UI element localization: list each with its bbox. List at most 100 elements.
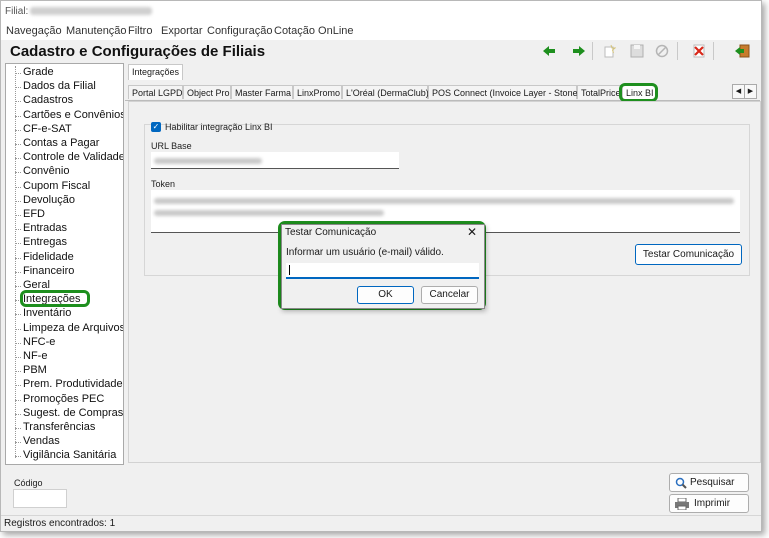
sidebar-item[interactable]: Cupom Fiscal (6, 180, 123, 194)
redacted-url (154, 158, 262, 164)
sidebar-item[interactable]: Sugest. de Compras (6, 407, 123, 421)
status-bar: Registros encontrados: 1 (1, 515, 761, 531)
tree-connector (15, 115, 21, 117)
sidebar-item[interactable]: Inventário (6, 307, 123, 321)
menu-cotacao-online[interactable]: Cotação OnLine (274, 25, 354, 37)
sidebar-item-label: NFC-e (23, 335, 56, 348)
menu-navegacao[interactable]: Navegação (6, 25, 62, 37)
sidebar-item[interactable]: Cadastros (6, 94, 123, 108)
enable-linx-bi-checkbox[interactable]: ✓ (151, 122, 161, 132)
tab-linxpromo[interactable]: LinxPromo (293, 85, 342, 99)
tree-connector (15, 271, 21, 273)
sidebar-item-label: Inventário (23, 307, 72, 320)
menu-exportar[interactable]: Exportar (161, 25, 203, 37)
email-input[interactable] (286, 263, 479, 279)
tab-object-pro[interactable]: Object Pro (183, 85, 231, 99)
sidebar-item-label: Controle de Validade (23, 151, 124, 164)
highlight-ring-selected (20, 290, 90, 308)
sidebar-item-label: Vendas (23, 435, 60, 448)
tree-connector (15, 413, 21, 415)
exit-icon (735, 44, 750, 58)
cancel-button[interactable] (652, 41, 672, 61)
page-title: Cadastro e Configurações de Filiais (10, 43, 266, 60)
sidebar-item-label: Devolução (23, 193, 75, 206)
sidebar-item[interactable]: Contas a Pagar (6, 137, 123, 151)
sidebar-item-label: PBM (23, 364, 47, 377)
sidebar-item[interactable]: Vendas (6, 435, 123, 449)
text-cursor (289, 265, 290, 275)
tree-connector (15, 371, 21, 373)
tree-connector (15, 229, 21, 231)
tab-scroll-right[interactable]: ▶ (744, 84, 757, 99)
exit-button[interactable] (732, 41, 752, 61)
sidebar-item[interactable]: PBM (6, 364, 123, 378)
delete-button[interactable] (689, 41, 709, 61)
sidebar-item[interactable]: CF-e-SAT (6, 123, 123, 137)
cancel-icon (655, 44, 669, 58)
redacted-branch-name (30, 7, 153, 16)
tab-loreal-dermaclub[interactable]: L'Oréal (DermaClub) (342, 85, 429, 99)
sidebar-item[interactable]: Devolução (6, 194, 123, 208)
sidebar-item[interactable]: Cartões e Convênios (6, 109, 123, 123)
tree-connector (15, 73, 21, 74)
sidebar-item[interactable]: Promoções PEC (6, 393, 123, 407)
sidebar-item-label: CF-e-SAT (23, 122, 72, 135)
tree-connector (15, 144, 21, 145)
sidebar-item[interactable]: Entradas (6, 222, 123, 236)
search-button[interactable]: Pesquisar (F3) (669, 473, 749, 505)
new-icon (604, 44, 616, 58)
sidebar-item[interactable]: Controle de Validade (6, 151, 123, 165)
tab-master-farma[interactable]: Master Farma (231, 85, 293, 99)
records-found-text: Registros encontrados: 1 (4, 518, 116, 529)
tree-connector (15, 129, 21, 131)
menu-bar: Navegação Manutenção Filtro Exportar Con… (1, 23, 761, 40)
sidebar-item[interactable]: Financeiro (6, 265, 123, 279)
ok-button[interactable]: OK (357, 286, 414, 304)
sidebar-item[interactable]: NF-e (6, 350, 123, 364)
search-icon (675, 477, 687, 489)
code-label: Código (14, 478, 43, 488)
tab-pos-connect[interactable]: POS Connect (Invoice Layer - Stone) (428, 85, 581, 99)
tab-totalprice[interactable]: TotalPrice (577, 85, 622, 99)
test-communication-button[interactable]: Testar Comunicação (635, 244, 742, 265)
sidebar-item-label: Sugest. de Compras (23, 406, 124, 419)
redacted-token-line-1 (154, 198, 734, 204)
url-base-field[interactable] (151, 152, 399, 169)
cancel-dialog-button[interactable]: Cancelar (421, 286, 478, 304)
window-title: Filial: (5, 6, 153, 17)
window-title-prefix: Filial: (5, 6, 29, 17)
printer-icon (675, 498, 689, 510)
sidebar-item[interactable]: Integrações (6, 290, 123, 308)
sidebar-item[interactable]: EFD (6, 208, 123, 222)
sidebar-item-label: Limpeza de Arquivos (23, 321, 124, 334)
sidebar-item[interactable]: NFC-e (6, 336, 123, 350)
tab-integracoes-page[interactable]: Integrações (128, 64, 184, 80)
new-button[interactable] (599, 41, 619, 61)
next-button[interactable] (569, 41, 589, 61)
code-input[interactable] (13, 489, 67, 508)
sidebar-item-label: Dados da Filial (23, 80, 96, 93)
sidebar-item[interactable]: Convênio (6, 165, 123, 179)
menu-filtro[interactable]: Filtro (128, 25, 152, 37)
save-button[interactable] (627, 41, 647, 61)
sidebar-item-label: Financeiro (23, 264, 75, 277)
sidebar-item[interactable]: Entregas (6, 236, 123, 250)
sidebar-item-label: Entregas (23, 236, 68, 249)
sidebar-item-label: Cartões e Convênios (23, 108, 124, 121)
sidebar-item[interactable]: Limpeza de Arquivos (6, 322, 123, 336)
tab-portal-lgpd[interactable]: Portal LGPD (128, 85, 183, 99)
integration-tabs: Portal LGPD Object Pro Master Farma Linx… (125, 83, 760, 102)
menu-configuracao[interactable]: Configuração (207, 25, 272, 37)
menu-manutencao[interactable]: Manutenção (66, 25, 127, 37)
sidebar-item[interactable]: Grade (6, 66, 123, 80)
sidebar-item[interactable]: Fidelidade (6, 251, 123, 265)
sidebar-item[interactable]: Vigilância Sanitária (6, 449, 123, 463)
sidebar-item[interactable]: Prem. Produtividade (6, 378, 123, 392)
main-window: Filial: Navegação Manutenção Filtro Expo… (0, 0, 762, 532)
close-icon[interactable]: ✕ (467, 225, 477, 239)
print-button[interactable]: Imprimir (F9) (669, 494, 749, 526)
sidebar-item[interactable]: Dados da Filial (6, 80, 123, 94)
previous-button[interactable] (539, 41, 559, 61)
tree-connector (15, 342, 21, 344)
sidebar-item[interactable]: Transferências (6, 421, 123, 435)
